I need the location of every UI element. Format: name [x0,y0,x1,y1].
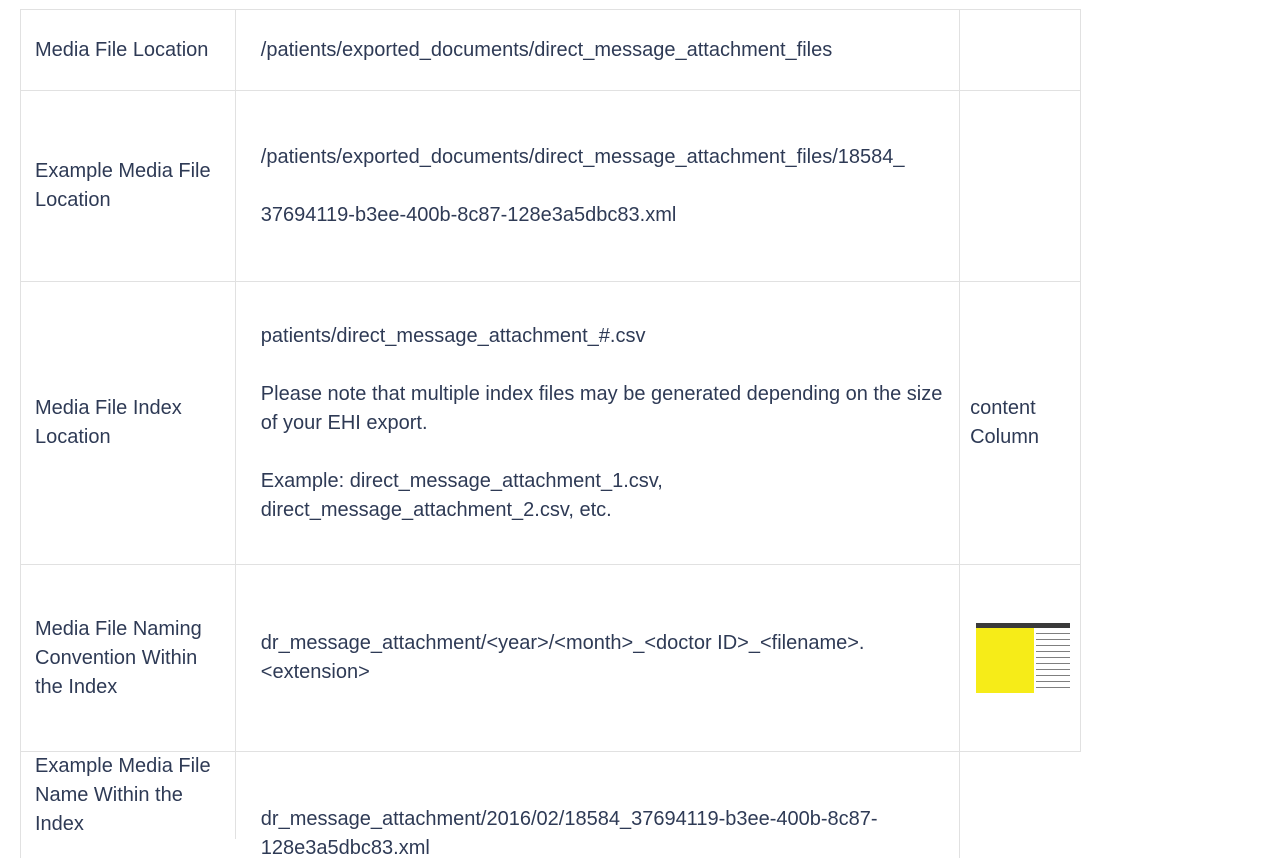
media-file-table: Media File Location /patients/exported_d… [20,9,1081,858]
row-value-cell: dr_message_attachment/<year>/<month>_<do… [236,565,960,751]
row-value-cell: dr_message_attachment/2016/02/18584_3769… [236,752,961,858]
row-label-cell: Example Media File Name Within the Index [21,752,236,839]
row-label-cell: Media File Location [21,10,236,90]
table-row: Example Media File Location /patients/ex… [20,91,1081,282]
row-extra: content Column [970,397,1040,448]
row-value-paragraph-1: patients/direct_message_attachment_#.csv [260,324,646,347]
row-value-cell: patients/direct_message_attachment_#.csv… [236,282,961,564]
row-value-paragraph-3: Example: direct_message_attachment_1.csv… [260,469,663,521]
row-label: Media File Naming Convention Within the … [35,617,202,698]
row-value: /patients/exported_documents/direct_mess… [260,38,833,61]
row-label: Media File Location [35,38,209,61]
row-extra-cell [960,565,1081,751]
row-extra-cell [960,10,1081,90]
row-value-line-2: 37694119-b3ee-400b-8c87-128e3a5dbc83.xml [260,203,677,226]
row-extra-cell [960,91,1081,281]
row-label-cell: Media File Index Location [21,282,236,564]
table-row: Media File Naming Convention Within the … [20,565,1081,752]
row-value-line-1: /patients/exported_documents/direct_mess… [260,145,905,168]
row-value: dr_message_attachment/2016/02/18584_3769… [260,808,878,858]
row-label-cell: Example Media File Location [21,91,236,281]
row-value-cell: /patients/exported_documents/direct_mess… [236,10,961,90]
row-label-cell: Media File Naming Convention Within the … [21,565,236,751]
row-label: Example Media File Name Within the Index [35,755,211,835]
spreadsheet-thumbnail-image [976,623,1070,693]
table-row: Media File Index Location patients/direc… [20,282,1081,565]
row-extra-cell: content Column [960,282,1081,564]
row-value: dr_message_attachment/<year>/<month>_<do… [260,632,865,683]
table-row: Media File Location /patients/exported_d… [20,10,1081,91]
row-label: Media File Index Location [35,397,182,448]
row-value-paragraph-2: Please note that multiple index files ma… [260,382,943,434]
row-label: Example Media File Location [35,160,211,211]
table-row: Example Media File Name Within the Index… [20,752,1081,858]
row-value-cell: /patients/exported_documents/direct_mess… [236,91,961,281]
